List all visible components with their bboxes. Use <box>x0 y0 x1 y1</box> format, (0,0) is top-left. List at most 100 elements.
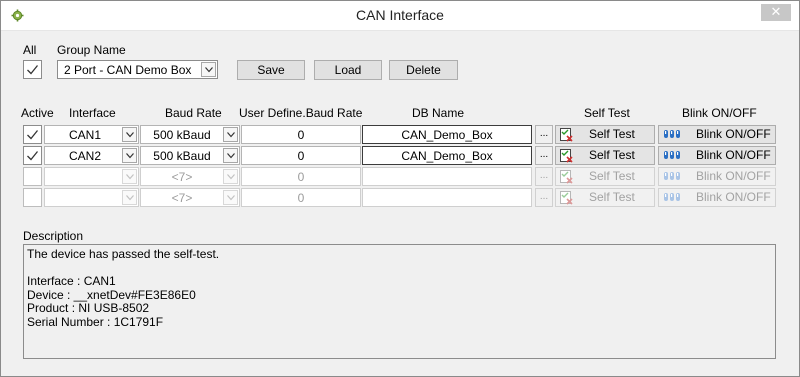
browse-db-button[interactable]: ... <box>535 167 553 186</box>
save-button[interactable]: Save <box>237 60 305 80</box>
header-blink: Blink ON/OFF <box>682 106 757 120</box>
browse-db-button[interactable]: ... <box>535 146 553 165</box>
led-icon <box>664 130 680 138</box>
header-user-baud-rate: User Define.Baud Rate <box>239 106 363 120</box>
checklist-icon <box>560 170 573 184</box>
db-name-field[interactable]: CAN_Demo_Box <box>362 146 532 165</box>
baud-rate-select[interactable]: <7> <box>140 167 240 186</box>
interface-select[interactable]: CAN1 <box>44 125 139 144</box>
blink-button[interactable]: Blink ON/OFF <box>658 125 776 144</box>
baud-rate-value: <7> <box>171 170 193 184</box>
user-baud-rate-field[interactable]: 0 <box>241 125 361 144</box>
user-baud-rate-field[interactable]: 0 <box>241 167 361 186</box>
checklist-icon <box>560 149 573 163</box>
db-name-value: CAN_Demo_Box <box>401 128 493 142</box>
baud-rate-value: 500 kBaud <box>153 149 211 163</box>
self-test-label: Self Test <box>589 148 635 162</box>
can-interface-window: CAN Interface ✕ All Group Name 2 Port - … <box>0 0 800 377</box>
self-test-label: Self Test <box>589 169 635 183</box>
baud-rate-select[interactable]: 500 kBaud <box>140 146 240 165</box>
baud-rate-select[interactable]: 500 kBaud <box>140 125 240 144</box>
description-line: Device : __xnetDev#FE3E86E0 <box>27 287 196 302</box>
self-test-label: Self Test <box>589 190 635 204</box>
baud-rate-value: 500 kBaud <box>153 128 211 142</box>
chevron-down-icon <box>223 127 238 142</box>
title-bar: CAN Interface ✕ <box>1 1 799 31</box>
blink-label: Blink ON/OFF <box>696 148 771 162</box>
description-line: Interface : CAN1 <box>27 274 116 288</box>
self-test-button[interactable]: Self Test <box>555 146 655 165</box>
user-baud-rate-value: 0 <box>297 170 305 184</box>
all-checkbox[interactable] <box>23 60 42 79</box>
description-label: Description <box>23 229 84 243</box>
db-name-field[interactable] <box>362 167 532 186</box>
led-icon <box>664 151 680 159</box>
header-interface: Interface <box>69 106 116 120</box>
chevron-down-icon <box>223 190 238 205</box>
user-baud-rate-value: 0 <box>297 191 305 205</box>
check-icon <box>27 65 39 75</box>
led-icon <box>664 172 680 180</box>
description-line: Product : NI USB-8502 <box>27 301 150 315</box>
db-name-field[interactable]: CAN_Demo_Box <box>362 125 532 144</box>
close-button[interactable]: ✕ <box>761 4 791 21</box>
description-line: The device has passed the self-test. <box>27 247 220 261</box>
description-line: Serial Number : 1C1791F <box>27 314 164 329</box>
group-name-select[interactable]: 2 Port - CAN Demo Box <box>57 60 218 79</box>
delete-button[interactable]: Delete <box>389 60 458 80</box>
interface-value: CAN2 <box>69 149 102 163</box>
chevron-down-icon <box>201 62 216 77</box>
header-self-test: Self Test <box>584 106 630 120</box>
chevron-down-icon <box>122 169 137 184</box>
group-name-label: Group Name <box>57 43 126 57</box>
description-box[interactable]: The device has passed the self-test. Int… <box>23 244 776 359</box>
user-baud-rate-field[interactable]: 0 <box>241 146 361 165</box>
self-test-button[interactable]: Self Test <box>555 188 655 207</box>
interface-select[interactable] <box>44 188 139 207</box>
close-icon: ✕ <box>770 4 782 19</box>
user-baud-rate-field[interactable]: 0 <box>241 188 361 207</box>
header-db-name: DB Name <box>412 106 465 120</box>
blink-label: Blink ON/OFF <box>696 127 771 141</box>
chevron-down-icon <box>122 190 137 205</box>
header-baud-rate: Baud Rate <box>165 106 222 120</box>
blink-button[interactable]: Blink ON/OFF <box>658 167 776 186</box>
row-active-checkbox[interactable] <box>23 146 42 165</box>
all-label: All <box>23 43 37 57</box>
blink-button[interactable]: Blink ON/OFF <box>658 146 776 165</box>
row-active-checkbox[interactable] <box>23 188 42 207</box>
blink-label: Blink ON/OFF <box>696 190 771 204</box>
row-active-checkbox[interactable] <box>23 125 42 144</box>
baud-rate-value: <7> <box>171 191 193 205</box>
self-test-button[interactable]: Self Test <box>555 125 655 144</box>
checklist-icon <box>560 191 573 205</box>
blink-button[interactable]: Blink ON/OFF <box>658 188 776 207</box>
check-icon <box>27 130 39 140</box>
interface-select[interactable] <box>44 167 139 186</box>
group-name-value: 2 Port - CAN Demo Box <box>64 63 192 77</box>
window-title: CAN Interface <box>356 7 444 23</box>
load-button[interactable]: Load <box>314 60 382 80</box>
check-icon <box>27 151 39 161</box>
led-icon <box>664 193 680 201</box>
chevron-down-icon <box>122 148 137 163</box>
chevron-down-icon <box>223 148 238 163</box>
chevron-down-icon <box>223 169 238 184</box>
checklist-icon <box>560 128 573 142</box>
self-test-label: Self Test <box>589 127 635 141</box>
browse-db-button[interactable]: ... <box>535 188 553 207</box>
browse-db-button[interactable]: ... <box>535 125 553 144</box>
db-name-value: CAN_Demo_Box <box>401 149 493 163</box>
chevron-down-icon <box>122 127 137 142</box>
user-baud-rate-value: 0 <box>297 128 305 142</box>
blink-label: Blink ON/OFF <box>696 169 771 183</box>
self-test-button[interactable]: Self Test <box>555 167 655 186</box>
interface-select[interactable]: CAN2 <box>44 146 139 165</box>
header-active: Active <box>21 106 54 120</box>
baud-rate-select[interactable]: <7> <box>140 188 240 207</box>
user-baud-rate-value: 0 <box>297 149 305 163</box>
interface-value: CAN1 <box>69 128 102 142</box>
row-active-checkbox[interactable] <box>23 167 42 186</box>
description-line <box>27 262 772 276</box>
db-name-field[interactable] <box>362 188 532 207</box>
